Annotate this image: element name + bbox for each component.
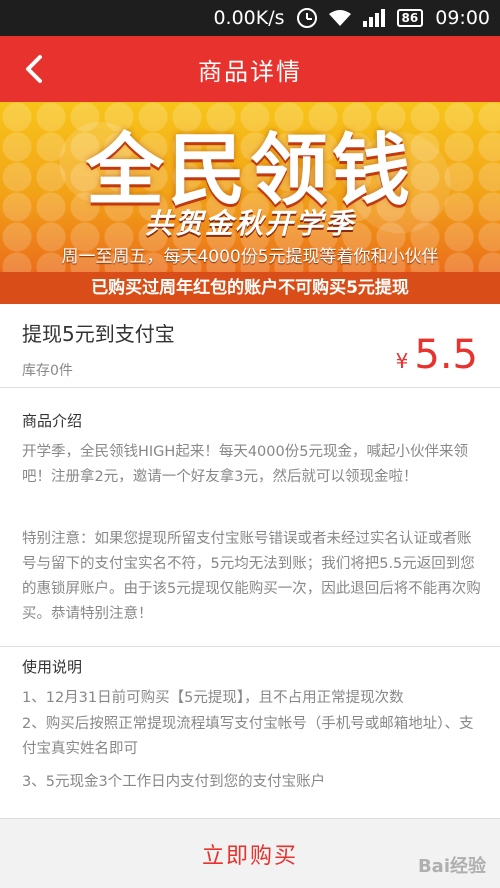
- usage-item: 2、购买后按照正常提现流程填写支付宝帐号（手机号或邮箱地址）、支付宝真实姓名即可: [22, 716, 474, 757]
- wifi-icon: [328, 9, 351, 27]
- status-bar: 0.00K/s 86 09:00: [0, 0, 500, 36]
- signal-icon: [362, 9, 385, 27]
- intro-title: 商品介绍: [22, 412, 83, 430]
- usage-item: 1、12月31日前可购买【5元提现】，且不占用正常提现次数: [22, 690, 404, 706]
- usage-title: 使用说明: [22, 658, 83, 676]
- network-speed: 0.00K/s: [213, 7, 285, 29]
- banner-text: 周一至周五，每天4000份5元提现等着你和小伙伴: [61, 247, 439, 267]
- buy-bar: 立即购买 Bai经验: [0, 818, 500, 888]
- product-name: 提现5元到支付宝: [22, 322, 175, 346]
- watermark-logo: Bai经验: [417, 856, 486, 877]
- stock-count: 库存0件: [22, 363, 73, 379]
- product-info: 提现5元到支付宝 库存0件 ¥ 5.5: [0, 304, 500, 388]
- price-amount: 5.5: [414, 332, 478, 378]
- battery-icon: 86: [396, 9, 424, 27]
- status-time: 09:00: [435, 7, 490, 29]
- currency-symbol: ¥: [395, 349, 409, 373]
- banner-subtitle: 共贺金秋开学季: [144, 207, 355, 240]
- usage-item: 3、5元现金3个工作日内支付到您的支付宝账户: [22, 774, 326, 790]
- product-price: ¥ 5.5: [396, 332, 478, 378]
- promo-banner[interactable]: 全民领钱 共贺金秋开学季 周一至周五，每天4000份5元提现等着你和小伙伴 已购…: [0, 102, 500, 304]
- back-button[interactable]: [14, 48, 54, 90]
- chevron-left-icon: [26, 55, 42, 83]
- section-divider: [0, 646, 500, 647]
- banner-ribbon: 已购买过周年红包的账户不可购买5元提现: [0, 272, 500, 304]
- alarm-icon: [296, 8, 317, 28]
- notice-paragraph: 特别注意：如果您提现所留支付宝账号错误或者未经过实名认证或者账号与留下的支付宝实…: [22, 531, 481, 622]
- buy-now-button[interactable]: 立即购买: [202, 838, 298, 870]
- intro-paragraph: 开学季，全民领钱HIGH起来！每天4000份5元现金，喊起小伙伴来领吧！注册拿2…: [22, 444, 468, 485]
- page-title: 商品详情: [198, 57, 302, 86]
- app-header: 商品详情: [0, 36, 500, 102]
